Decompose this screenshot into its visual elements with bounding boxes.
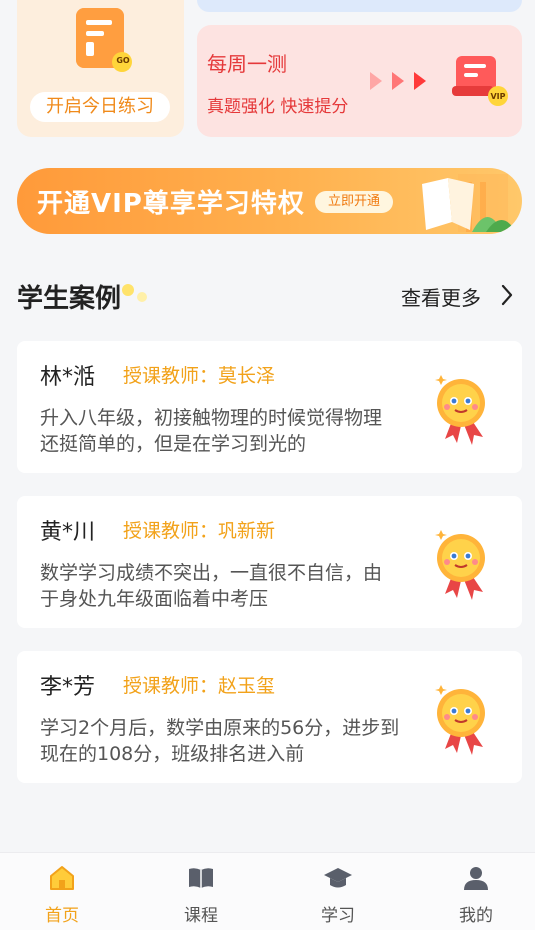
tab-courses[interactable]: 课程 xyxy=(161,863,241,926)
chevron-right-icon[interactable] xyxy=(500,284,514,310)
weekly-test-title: 每周一测 xyxy=(207,52,287,76)
scroll-vip-icon xyxy=(450,52,512,112)
medal-icon xyxy=(427,679,497,763)
tab-home[interactable]: 首页 xyxy=(22,863,102,926)
see-more-link[interactable]: 查看更多 xyxy=(401,282,481,311)
teacher-label: 授课教师：莫长泽 xyxy=(123,365,276,387)
title-dot-decoration xyxy=(122,284,134,296)
top-blue-card[interactable] xyxy=(197,0,522,12)
title-dot-decoration-small xyxy=(137,292,147,302)
go-badge: GO xyxy=(116,56,130,65)
student-name: 黄*川 xyxy=(40,520,96,545)
case-text: 升入八年级，初接触物理的时候觉得物理还挺简单的，但是在学习到光的 xyxy=(40,407,383,455)
teacher-label: 授课教师：赵玉玺 xyxy=(123,675,276,697)
arrow-triplet-icon xyxy=(370,70,430,96)
user-icon xyxy=(461,867,491,897)
tab-label: 我的 xyxy=(459,906,493,926)
home-icon xyxy=(47,866,77,897)
weekly-test-subtitle: 真题强化 快速提分 xyxy=(207,97,349,117)
case-card[interactable]: 林*湉 授课教师：莫长泽 升入八年级，初接触物理的时候觉得物理还挺简单的，但是在… xyxy=(17,341,522,473)
start-daily-practice-button[interactable]: 开启今日练习 xyxy=(30,92,170,122)
student-name: 林*湉 xyxy=(40,365,96,390)
section-title: 学生案例 xyxy=(17,284,122,314)
case-card[interactable]: 黄*川 授课教师：巩新新 数学学习成绩不突出，一直很不自信，由于身处九年级面临着… xyxy=(17,496,522,628)
case-text: 学习2个月后，数学由原来的56分，进步到现在的108分，班级排名进入前 xyxy=(40,717,400,765)
open-vip-button[interactable]: 立即开通 xyxy=(315,191,393,213)
tab-profile[interactable]: 我的 xyxy=(436,863,516,926)
student-name: 李*芳 xyxy=(40,675,96,700)
tab-study[interactable]: 学习 xyxy=(298,863,378,926)
medal-icon xyxy=(427,524,497,608)
vip-banner-text: 开通VIP尊享学习特权 xyxy=(37,189,305,219)
book-icon xyxy=(186,868,216,897)
case-card[interactable]: 李*芳 授课教师：赵玉玺 学习2个月后，数学由原来的56分，进步到现在的108分… xyxy=(17,651,522,783)
vip-badge: VIP xyxy=(490,92,506,101)
tab-label: 课程 xyxy=(184,906,218,926)
tab-label: 首页 xyxy=(45,906,79,926)
graduation-cap-icon xyxy=(323,868,353,897)
vip-banner[interactable]: 开通VIP尊享学习特权 立即开通 xyxy=(17,168,522,234)
case-text: 数学学习成绩不突出，一直很不自信，由于身处九年级面临着中考压 xyxy=(40,562,383,610)
daily-practice-icon xyxy=(72,6,134,80)
tab-label: 学习 xyxy=(321,906,355,926)
medal-icon xyxy=(427,369,497,453)
open-book-icon xyxy=(402,172,518,234)
bottom-tab-bar: 首页 课程 学习 我的 xyxy=(0,852,535,930)
teacher-label: 授课教师：巩新新 xyxy=(123,520,276,542)
